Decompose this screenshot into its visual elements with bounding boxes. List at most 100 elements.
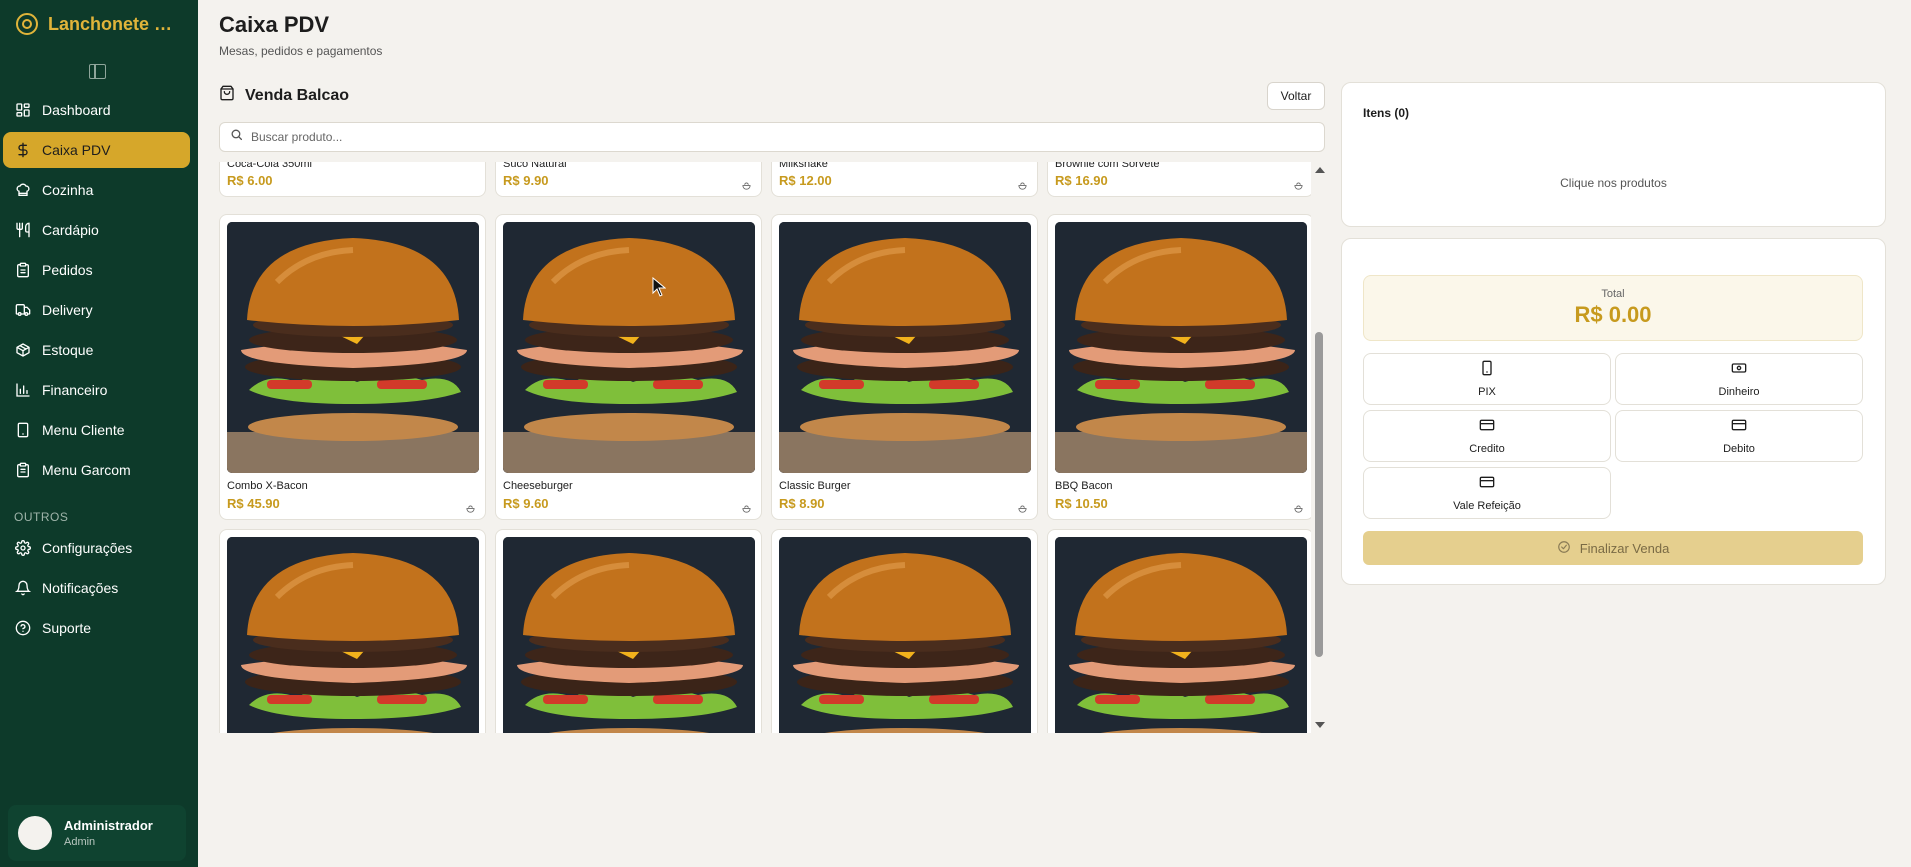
product-scrollbar[interactable]	[1313, 162, 1325, 733]
product-card[interactable]: Cheeseburger R$ 9.60	[495, 214, 762, 520]
sidebar-item-cardapio[interactable]: Cardápio	[3, 212, 190, 248]
clipboard-list-icon	[15, 462, 31, 478]
tablet-icon	[15, 422, 31, 438]
payment-method-label: Debito	[1723, 443, 1755, 455]
mouse-cursor-icon	[652, 277, 666, 297]
total-value: R$ 0.00	[1574, 302, 1652, 327]
product-image	[503, 537, 755, 733]
product-price: R$ 9.90	[503, 173, 549, 188]
food-bowl-icon	[466, 500, 475, 513]
scroll-down-arrow-icon[interactable]	[1315, 722, 1325, 728]
product-card[interactable]: Coca-Cola 350ml R$ 6.00	[219, 162, 486, 197]
product-price: R$ 45.90	[227, 496, 280, 511]
dashboard-icon	[15, 102, 31, 118]
user-card[interactable]: Administrador Admin	[8, 805, 186, 861]
main-nav: Dashboard Caixa PDV Cozinha Cardápio Pedidos…	[3, 92, 190, 492]
food-bowl-icon	[1018, 177, 1027, 190]
product-name: Suco Natural	[503, 162, 567, 170]
product-price: R$ 9.60	[503, 496, 549, 511]
back-button[interactable]: Voltar	[1267, 82, 1325, 110]
payment-method-debito-button[interactable]: Debito	[1615, 410, 1863, 462]
brand[interactable]: Lanchonete De...	[16, 13, 183, 35]
food-bowl-icon	[742, 177, 751, 190]
sidebar-item-estoque[interactable]: Estoque	[3, 332, 190, 368]
product-card[interactable]	[1047, 529, 1311, 733]
sidebar-item-label: Configurações	[42, 540, 133, 556]
product-grid[interactable]: Coca-Cola 350ml R$ 6.00 Suco Natural R$ 9.9…	[219, 162, 1311, 733]
search-box[interactable]	[219, 122, 1325, 152]
product-card[interactable]: Classic Burger R$ 8.90	[771, 214, 1038, 520]
bell-icon	[15, 580, 31, 596]
truck-icon	[15, 302, 31, 318]
chef-hat-icon	[15, 182, 31, 198]
product-card[interactable]: Milkshake R$ 12.00	[771, 162, 1038, 197]
sidebar-item-cozinha[interactable]: Cozinha	[3, 172, 190, 208]
product-image	[1055, 537, 1307, 733]
check-circle-icon	[1557, 540, 1571, 557]
sidebar-item-label: Cozinha	[42, 182, 94, 198]
scroll-up-arrow-icon[interactable]	[1315, 167, 1325, 173]
product-card[interactable]: Brownie com Sorvete R$ 16.90	[1047, 162, 1311, 197]
product-card[interactable]: Suco Natural R$ 9.90	[495, 162, 762, 197]
payment-method-credito-button[interactable]: Credito	[1363, 410, 1611, 462]
product-price: R$ 6.00	[227, 173, 273, 188]
total-label: Total	[1601, 288, 1625, 300]
product-name: Coca-Cola 350ml	[227, 162, 312, 170]
sidebar-item-menu-garcom[interactable]: Menu Garcom	[3, 452, 190, 488]
sidebar-item-menu-cliente[interactable]: Menu Cliente	[3, 412, 190, 448]
product-name: Cheeseburger	[503, 480, 573, 492]
sidebar-item-notificacoes[interactable]: Notificações	[3, 570, 190, 606]
product-name: Classic Burger	[779, 480, 851, 492]
sidebar-item-label: Delivery	[42, 302, 93, 318]
shopping-bag-icon	[219, 85, 235, 106]
sidebar-item-label: Financeiro	[42, 382, 108, 398]
product-card[interactable]: Combo X-Bacon R$ 45.90	[219, 214, 486, 520]
search-input[interactable]	[251, 130, 1311, 144]
sidebar-item-pedidos[interactable]: Pedidos	[3, 252, 190, 288]
sidebar-item-financeiro[interactable]: Financeiro	[3, 372, 190, 408]
product-name: BBQ Bacon	[1055, 480, 1113, 492]
package-icon	[15, 342, 31, 358]
cart-panel: Itens (0) Clique nos produtos	[1341, 82, 1886, 227]
sidebar-toggle-icon[interactable]	[89, 64, 106, 79]
product-card[interactable]: BBQ Bacon R$ 10.50	[1047, 214, 1311, 520]
total-box: Total R$ 0.00	[1363, 275, 1863, 341]
sidebar-item-configuracoes[interactable]: Configurações	[3, 530, 190, 566]
smartphone-icon	[1479, 360, 1495, 381]
user-role: Admin	[64, 836, 96, 848]
product-card[interactable]	[771, 529, 1038, 733]
product-name: Brownie com Sorvete	[1055, 162, 1160, 170]
sidebar-item-label: Dashboard	[42, 102, 111, 118]
sidebar-item-dashboard[interactable]: Dashboard	[3, 92, 190, 128]
page-title: Caixa PDV	[219, 12, 330, 37]
venda-title: Venda Balcao	[245, 86, 350, 104]
payment-method-vale-refeicao-button[interactable]: Vale Refeição	[1363, 467, 1611, 519]
bar-chart-icon	[15, 382, 31, 398]
product-card[interactable]	[495, 529, 762, 733]
user-name: Administrador	[64, 818, 153, 833]
payment-method-label: Credito	[1469, 443, 1505, 455]
sidebar-item-label: Estoque	[42, 342, 94, 358]
dollar-icon	[15, 142, 31, 158]
other-nav: Configurações Notificações Suporte	[3, 530, 190, 650]
sidebar-item-label: Pedidos	[42, 262, 93, 278]
product-image	[227, 537, 479, 733]
page-subtitle: Mesas, pedidos e pagamentos	[219, 44, 383, 58]
product-card[interactable]	[219, 529, 486, 733]
product-price: R$ 10.50	[1055, 496, 1108, 511]
sidebar-item-caixa-pdv[interactable]: Caixa PDV	[3, 132, 190, 168]
product-price: R$ 8.90	[779, 496, 825, 511]
payment-panel: Total R$ 0.00 PIX Dinheiro Credito Debito Va…	[1341, 238, 1886, 585]
banknote-icon	[1731, 360, 1747, 381]
product-image	[503, 222, 755, 473]
product-price: R$ 16.90	[1055, 173, 1108, 188]
scroll-thumb[interactable]	[1315, 332, 1323, 657]
product-image	[227, 222, 479, 473]
sidebar-item-label: Notificações	[42, 580, 119, 596]
payment-method-dinheiro-button[interactable]: Dinheiro	[1615, 353, 1863, 405]
sidebar-item-delivery[interactable]: Delivery	[3, 292, 190, 328]
payment-method-pix-button[interactable]: PIX	[1363, 353, 1611, 405]
sidebar-item-suporte[interactable]: Suporte	[3, 610, 190, 646]
finish-sale-button[interactable]: Finalizar Venda	[1363, 531, 1863, 565]
logo-icon	[16, 13, 38, 35]
